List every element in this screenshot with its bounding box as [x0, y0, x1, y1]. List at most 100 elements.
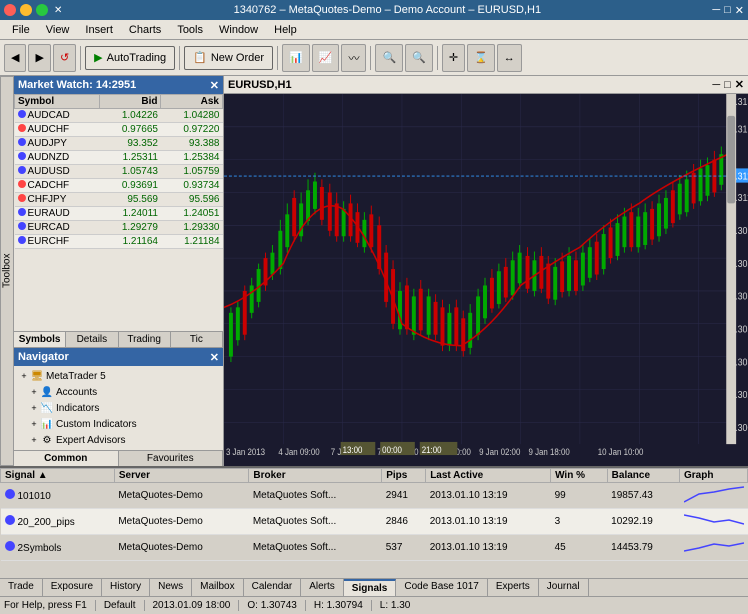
mw-ask: 0.97220: [161, 123, 223, 137]
market-watch-row[interactable]: EURCHF 1.21164 1.21184: [15, 235, 223, 249]
toolbar-btn-2[interactable]: ▶: [28, 44, 50, 72]
market-watch-row[interactable]: EURAUD 1.24011 1.24051: [15, 207, 223, 221]
chart-minimize-icon[interactable]: ─: [712, 79, 720, 91]
new-order-button[interactable]: 📋 New Order: [184, 46, 273, 70]
nav-icon-indicators: 📉: [40, 401, 54, 415]
close-button[interactable]: [4, 4, 16, 16]
col-signal[interactable]: Signal ▲: [1, 469, 115, 483]
window-controls: [4, 4, 48, 16]
nav-tab-favourites[interactable]: Favourites: [119, 451, 224, 466]
menu-tools[interactable]: Tools: [169, 20, 211, 40]
status-help: For Help, press F1: [4, 600, 96, 611]
status-server: Default: [104, 600, 145, 611]
menu-window[interactable]: Window: [211, 20, 266, 40]
navigator-close[interactable]: ✕: [210, 351, 219, 364]
col-balance[interactable]: Balance: [607, 469, 679, 483]
svg-text:9 Jan 02:00: 9 Jan 02:00: [479, 447, 521, 457]
market-watch-row[interactable]: AUDJPY 93.352 93.388: [15, 137, 223, 151]
mw-tab-trading[interactable]: Trading: [119, 332, 171, 347]
signal-graph: [680, 509, 748, 535]
col-last-active[interactable]: Last Active: [426, 469, 551, 483]
zoom-out-btn[interactable]: 🔍: [405, 44, 433, 72]
menu-insert[interactable]: Insert: [77, 20, 121, 40]
title-maximize-icon[interactable]: □: [724, 4, 731, 16]
autotrading-label: AutoTrading: [107, 52, 167, 64]
col-broker[interactable]: Broker: [249, 469, 382, 483]
menu-view[interactable]: View: [38, 20, 78, 40]
col-server[interactable]: Server: [114, 469, 249, 483]
nav-item-metatrader[interactable]: + 🖥 MetaTrader 5: [16, 368, 221, 384]
autotrading-button[interactable]: ▶ AutoTrading: [85, 46, 175, 70]
mw-ask: 1.21184: [161, 235, 223, 249]
market-watch-header: Market Watch: 14:2951 ✕: [14, 76, 223, 94]
toolbox-tab[interactable]: Toolbox: [0, 76, 14, 466]
market-watch-row[interactable]: AUDCAD 1.04226 1.04280: [15, 109, 223, 123]
col-pips[interactable]: Pips: [382, 469, 426, 483]
mw-ask: 95.596: [161, 193, 223, 207]
signal-win: 99: [551, 483, 608, 509]
toolbar-btn-1[interactable]: ◀: [4, 44, 26, 72]
nav-item-indicators[interactable]: + 📉 Indicators: [16, 400, 221, 416]
mw-bid: 0.97665: [99, 123, 161, 137]
status-open: O: 1.30743: [247, 600, 305, 611]
zoom-in-btn[interactable]: 🔍: [375, 44, 403, 72]
mw-tab-tic[interactable]: Tic: [171, 332, 223, 347]
nav-expand-4: +: [28, 435, 40, 445]
nav-item-custom[interactable]: + 📊 Custom Indicators: [16, 416, 221, 432]
crosshair-btn[interactable]: ✛: [442, 44, 465, 72]
market-watch-row[interactable]: AUDNZD 1.25311 1.25384: [15, 151, 223, 165]
candle-btn[interactable]: 📈: [312, 44, 340, 72]
chart-close-icon[interactable]: ✕: [735, 78, 744, 91]
nav-tab-common[interactable]: Common: [14, 451, 119, 466]
chart-maximize-icon[interactable]: □: [724, 79, 731, 91]
signal-name: 20_200_pips: [1, 509, 115, 535]
title-close-icon[interactable]: ✕: [735, 4, 744, 17]
nav-icon-metatrader: 🖥: [30, 369, 44, 383]
market-watch-row[interactable]: CADCHF 0.93691 0.93734: [15, 179, 223, 193]
toolbar-sep-3: [277, 46, 278, 70]
chart-container[interactable]: 1.31330 1.31245 1.31160 1.31100 1.30955 …: [224, 94, 748, 466]
title-bar: ✕ 1340762 – MetaQuotes-Demo – Demo Accou…: [0, 0, 748, 20]
market-watch-row[interactable]: CHFJPY 95.569 95.596: [15, 193, 223, 207]
mw-tab-details[interactable]: Details: [66, 332, 118, 347]
period-btn[interactable]: ⌛: [467, 44, 495, 72]
mw-ask: 1.05759: [161, 165, 223, 179]
status-datetime: 2013.01.09 18:00: [153, 600, 240, 611]
navigator-tabs: Common Favourites: [14, 450, 223, 466]
signal-last-active: 2013.01.10 13:19: [426, 535, 551, 561]
nav-item-accounts[interactable]: + 👤 Accounts: [16, 384, 221, 400]
bar-chart-btn[interactable]: 📊: [282, 44, 310, 72]
signal-name: 101010: [1, 483, 115, 509]
market-watch-row[interactable]: AUDUSD 1.05743 1.05759: [15, 165, 223, 179]
line-btn[interactable]: 〰: [341, 44, 366, 72]
menu-help[interactable]: Help: [266, 20, 305, 40]
toolbar: ◀ ▶ ↺ ▶ AutoTrading 📋 New Order 📊 📈 〰 🔍 …: [0, 40, 748, 76]
mw-symbol: CHFJPY: [15, 193, 100, 207]
minimize-button[interactable]: [20, 4, 32, 16]
nav-label-4: Expert Advisors: [56, 435, 125, 446]
market-watch-table: Symbol Bid Ask AUDCAD 1.04226 1.04280 AU…: [14, 94, 223, 249]
col-win[interactable]: Win %: [551, 469, 608, 483]
maximize-button[interactable]: [36, 4, 48, 16]
market-watch-row[interactable]: AUDCHF 0.97665 0.97220: [15, 123, 223, 137]
col-graph[interactable]: Graph: [680, 469, 748, 483]
svg-text:21:00: 21:00: [422, 444, 442, 454]
navigator-header: Navigator ✕: [14, 348, 223, 366]
signal-graph: [680, 535, 748, 561]
scroll-btn[interactable]: ↔: [497, 44, 522, 72]
nav-label-1: Accounts: [56, 387, 97, 398]
status-high: H: 1.30794: [314, 600, 372, 611]
signal-row[interactable]: 20_200_pips MetaQuotes-Demo MetaQuotes S…: [1, 509, 748, 535]
mw-tab-symbols[interactable]: Symbols: [14, 332, 66, 347]
menu-charts[interactable]: Charts: [121, 20, 169, 40]
toolbar-btn-3[interactable]: ↺: [53, 44, 76, 72]
signal-row[interactable]: 101010 MetaQuotes-Demo MetaQuotes Soft..…: [1, 483, 748, 509]
market-watch-row[interactable]: EURCAD 1.29279 1.29330: [15, 221, 223, 235]
menu-file[interactable]: File: [4, 20, 38, 40]
nav-item-experts[interactable]: + ⚙ Expert Advisors: [16, 432, 221, 448]
signal-row[interactable]: 2Symbols MetaQuotes-Demo MetaQuotes Soft…: [1, 535, 748, 561]
title-minimize-icon[interactable]: ─: [712, 4, 720, 16]
signal-graph: [680, 483, 748, 509]
nav-label-3: Custom Indicators: [56, 419, 137, 430]
market-watch-close[interactable]: ✕: [210, 79, 219, 92]
